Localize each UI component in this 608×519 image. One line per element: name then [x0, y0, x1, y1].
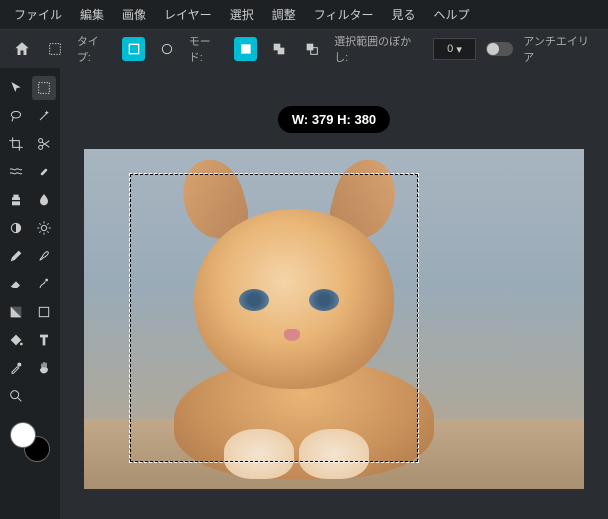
zoom-tool[interactable] [4, 384, 28, 408]
menu-image[interactable]: 画像 [122, 6, 146, 23]
menu-adjust[interactable]: 調整 [272, 6, 296, 23]
lasso-tool[interactable] [4, 104, 28, 128]
mode-subtract-button[interactable] [301, 37, 324, 61]
scissors-tool[interactable] [32, 132, 56, 156]
mode-new-button[interactable] [234, 37, 257, 61]
feather-input[interactable]: 0 ▾ [433, 38, 476, 60]
options-toolbar: タイプ: モード: 選択範囲のぼかし: 0 ▾ アンチエイリア [0, 30, 608, 68]
menu-bar: ファイル 編集 画像 レイヤー 選択 調整 フィルター 見る ヘルプ [0, 0, 608, 30]
home-button[interactable] [10, 37, 33, 61]
shape-rect-button[interactable] [122, 37, 145, 61]
magic-wand-tool[interactable] [32, 104, 56, 128]
toolbox-panel [0, 68, 60, 519]
menu-help[interactable]: ヘルプ [434, 6, 470, 23]
gradient-tool[interactable] [4, 300, 28, 324]
smudge-tool[interactable] [32, 272, 56, 296]
feather-label: 選択範囲のぼかし: [334, 33, 423, 65]
selection-dimensions-badge: W: 379 H: 380 [278, 106, 390, 133]
eyedropper-tool[interactable] [4, 356, 28, 380]
clone-stamp-tool[interactable] [4, 188, 28, 212]
selection-marquee[interactable] [129, 173, 419, 463]
pencil-tool[interactable] [4, 244, 28, 268]
brush-tool[interactable] [32, 244, 56, 268]
blur-tool[interactable] [32, 188, 56, 212]
canvas[interactable] [84, 149, 584, 489]
color-swatch[interactable] [10, 422, 50, 462]
eraser-tool[interactable] [4, 272, 28, 296]
mode-add-button[interactable] [267, 37, 290, 61]
menu-view[interactable]: 見る [391, 6, 415, 23]
rect-select-tool[interactable] [32, 76, 56, 100]
shape-ellipse-button[interactable] [155, 37, 178, 61]
canvas-area: W: 379 H: 380 [60, 68, 608, 519]
move-tool[interactable] [4, 76, 28, 100]
foreground-color[interactable] [10, 422, 36, 448]
dodge-tool[interactable] [4, 216, 28, 240]
menu-filter[interactable]: フィルター [314, 6, 374, 23]
text-tool[interactable] [32, 328, 56, 352]
marquee-icon [43, 37, 66, 61]
sponge-tool[interactable] [32, 216, 56, 240]
bucket-tool[interactable] [4, 328, 28, 352]
menu-file[interactable]: ファイル [14, 6, 62, 23]
liquify-tool[interactable] [4, 160, 28, 184]
type-label: タイプ: [77, 33, 112, 65]
mode-label: モード: [189, 33, 224, 65]
menu-edit[interactable]: 編集 [80, 6, 104, 23]
menu-select[interactable]: 選択 [230, 6, 254, 23]
hand-tool[interactable] [32, 356, 56, 380]
antialias-toggle[interactable] [486, 42, 513, 56]
antialias-label: アンチエイリア [523, 33, 598, 65]
menu-layer[interactable]: レイヤー [164, 6, 212, 23]
crop-tool[interactable] [4, 132, 28, 156]
heal-tool[interactable] [32, 160, 56, 184]
shape-tool[interactable] [32, 300, 56, 324]
